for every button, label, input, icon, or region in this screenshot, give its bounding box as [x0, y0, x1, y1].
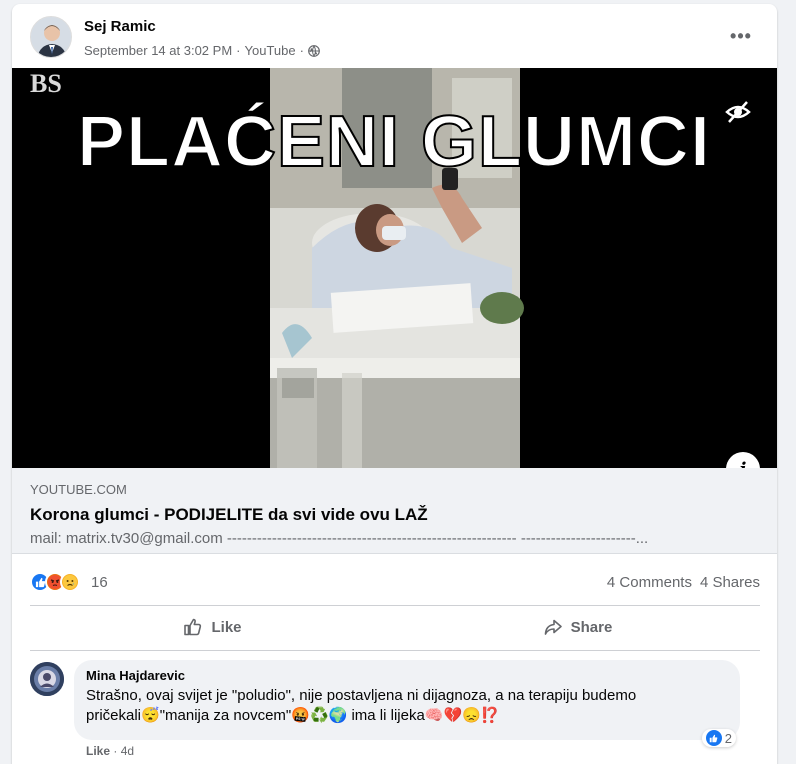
- info-icon: i: [740, 459, 747, 469]
- share-icon: [543, 617, 563, 637]
- link-description: mail: matrix.tv30@gmail.com ------------…: [30, 530, 649, 547]
- sad-icon: [60, 572, 80, 592]
- video-overlay-title: PLAĆENI GLUMCI: [77, 101, 711, 182]
- comment-reaction-count[interactable]: 2: [701, 729, 736, 747]
- eye-slash-icon[interactable]: [724, 98, 752, 126]
- post-source: YouTube: [244, 43, 296, 58]
- reaction-bar: 16 4 Comments 4 Shares: [30, 564, 760, 600]
- post-meta: September 14 at 3:02 PM · YouTube ·: [84, 43, 320, 58]
- thumbs-up-icon: [183, 617, 203, 637]
- link-preview[interactable]: YOUTUBE.COM Korona glumci - PODIJELITE d…: [12, 468, 777, 554]
- comment-line-1: Strašno, ovaj svijet je "poludio", nije …: [86, 687, 637, 704]
- comment-text: Strašno, ovaj svijet je "poludio", nije …: [86, 686, 728, 726]
- shares-count-link[interactable]: 4 Shares: [700, 574, 760, 591]
- meta-separator: ·: [299, 43, 304, 58]
- sleeping-emoji: 😴: [141, 707, 160, 724]
- post-timestamp[interactable]: September 14 at 3:02 PM: [84, 43, 232, 58]
- comment-age[interactable]: 4d: [121, 744, 134, 758]
- link-domain: YOUTUBE.COM: [30, 482, 127, 497]
- post-card: Sej Ramic September 14 at 3:02 PM · YouT…: [12, 4, 777, 764]
- comment-line-2: pričekali😴"manija za novcem"🤬♻️🌍 ima li …: [86, 706, 728, 726]
- comment-bubble: Mina Hajdarevic Strašno, ovaj svijet je …: [74, 660, 740, 747]
- like-button[interactable]: Like: [30, 606, 395, 648]
- emoji-group: 🤬♻️🌍: [291, 707, 348, 724]
- divider: [30, 650, 760, 651]
- commenter-name[interactable]: Mina Hajdarevic: [86, 668, 728, 683]
- comment-text-part: ima li lijeka: [347, 707, 425, 724]
- author-avatar[interactable]: [30, 16, 72, 58]
- reaction-count: 16: [91, 573, 108, 591]
- more-options-button[interactable]: •••: [727, 24, 755, 48]
- emoji-group: 🧠💔😞⁉️: [424, 707, 500, 724]
- comments-count-link[interactable]: 4 Comments: [607, 574, 692, 591]
- video-player[interactable]: BS PLAĆENI GLUMCI i: [12, 68, 777, 468]
- like-label: Like: [211, 618, 242, 636]
- link-title[interactable]: Korona glumci - PODIJELITE da svi vide o…: [30, 505, 428, 525]
- like-icon: [705, 730, 722, 746]
- comment-text-part: "manija za novcem": [159, 707, 292, 724]
- author-name[interactable]: Sej Ramic: [84, 18, 156, 35]
- comment-actions: Like · 4d: [86, 744, 134, 758]
- reaction-icons: [30, 572, 80, 592]
- comment-text-part: pričekali: [86, 707, 142, 724]
- video-frame: BS PLAĆENI GLUMCI: [12, 68, 777, 468]
- comment-like-count: 2: [724, 730, 732, 746]
- engagement-counts: 4 Comments 4 Shares: [607, 574, 760, 591]
- meta-separator: ·: [113, 744, 121, 758]
- more-icon: •••: [730, 25, 752, 46]
- share-label: Share: [570, 618, 613, 636]
- reaction-summary[interactable]: 16: [30, 572, 108, 592]
- post-actions: Like Share: [30, 606, 760, 648]
- meta-separator: ·: [236, 43, 241, 58]
- share-button[interactable]: Share: [395, 606, 760, 648]
- watermark-text: BS: [30, 69, 62, 98]
- globe-icon: [308, 44, 320, 57]
- commenter-avatar[interactable]: [30, 662, 64, 696]
- comment-like-button[interactable]: Like: [86, 744, 110, 758]
- post-header: Sej Ramic September 14 at 3:02 PM · YouT…: [12, 4, 777, 68]
